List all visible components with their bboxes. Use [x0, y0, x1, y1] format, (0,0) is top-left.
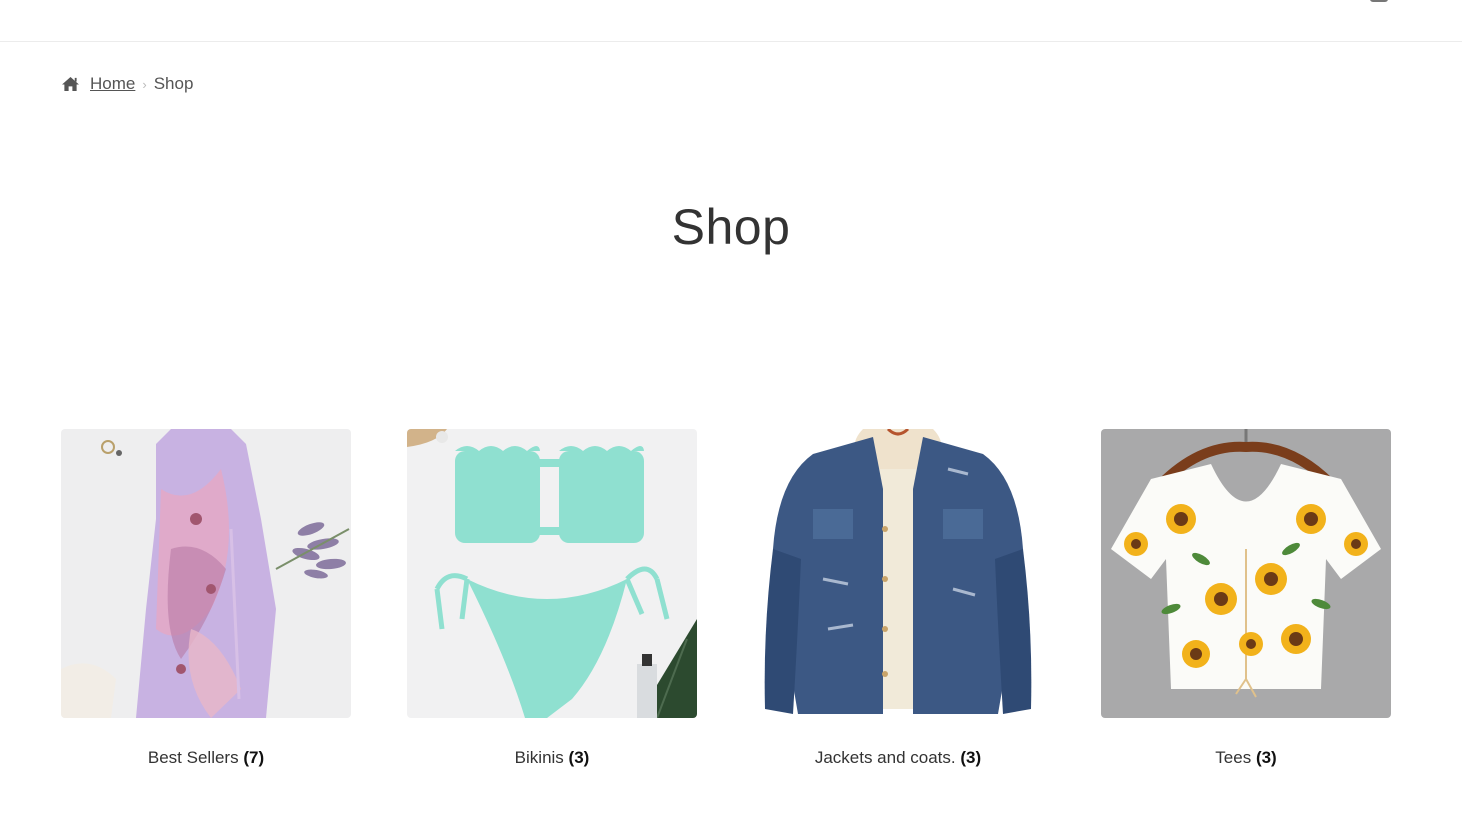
category-card-bikinis[interactable]: Bikinis (3): [407, 429, 697, 768]
category-image-tees[interactable]: [1101, 429, 1391, 718]
category-image-bikinis[interactable]: [407, 429, 697, 718]
category-name: Bikinis: [514, 748, 564, 767]
breadcrumb-current: Shop: [153, 74, 194, 93]
category-name: Jackets and coats.: [814, 748, 956, 767]
category-label[interactable]: Jackets and coats. (3): [753, 748, 1043, 768]
category-label[interactable]: Best Sellers (7): [61, 748, 351, 768]
category-card-best-sellers[interactable]: Best Sellers (7): [61, 429, 351, 768]
category-name: Tees: [1215, 748, 1252, 767]
category-image-best-sellers[interactable]: [61, 429, 351, 718]
page-title: Shop: [671, 199, 791, 255]
category-card-tees[interactable]: Tees (3): [1101, 429, 1391, 768]
breadcrumb: Home › Shop: [61, 73, 193, 95]
breadcrumb-separator: ›: [142, 76, 147, 92]
home-icon: [62, 76, 79, 92]
category-count: (3): [568, 748, 590, 767]
category-count: (3): [1255, 748, 1277, 767]
category-card-jackets-and-coats[interactable]: Jackets and coats. (3): [753, 429, 1043, 768]
category-name: Best Sellers: [147, 748, 239, 767]
category-image-jackets-and-coats[interactable]: [753, 429, 1043, 718]
category-count: (7): [243, 748, 265, 767]
category-count: (3): [960, 748, 982, 767]
category-grid: Best Sellers (7) Bikinis (3) Jackets and…: [61, 429, 1391, 789]
cart-icon[interactable]: [1370, 0, 1388, 2]
category-label[interactable]: Bikinis (3): [407, 748, 697, 768]
site-header: [0, 0, 1462, 42]
category-label[interactable]: Tees (3): [1101, 748, 1391, 768]
breadcrumb-home-link[interactable]: Home: [90, 74, 135, 94]
